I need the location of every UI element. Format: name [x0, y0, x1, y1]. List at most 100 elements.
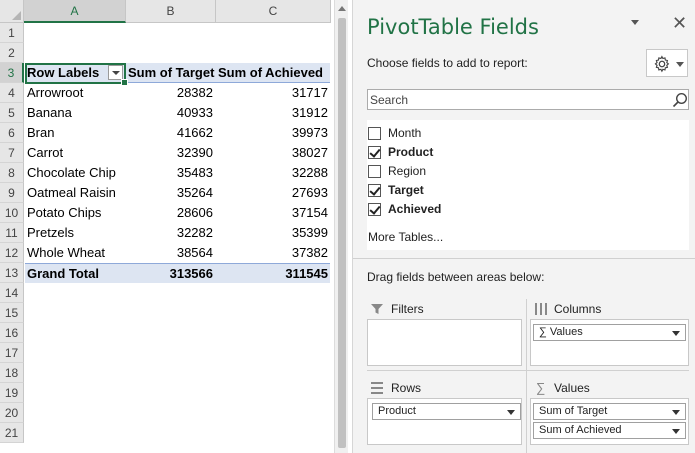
- search-icon[interactable]: [672, 92, 688, 108]
- region-checkbox[interactable]: [368, 165, 381, 178]
- achieved-cell[interactable]: 38027: [216, 143, 330, 163]
- row-header[interactable]: 15: [0, 303, 24, 323]
- columns-values-pill[interactable]: ∑ Values: [533, 324, 686, 341]
- row-header[interactable]: 17: [0, 343, 24, 363]
- column-header-a[interactable]: A: [24, 0, 126, 23]
- target-cell[interactable]: 32390: [126, 143, 215, 163]
- sigma-icon: ∑: [536, 380, 546, 395]
- achieved-cell[interactable]: 35399: [216, 223, 330, 243]
- target-checkbox[interactable]: [368, 184, 381, 197]
- scroll-up-arrow-icon[interactable]: [338, 6, 346, 11]
- achieved-checkbox[interactable]: [368, 203, 381, 216]
- row-header[interactable]: 14: [0, 283, 24, 303]
- target-cell[interactable]: 40933: [126, 103, 215, 123]
- target-cell[interactable]: 28382: [126, 83, 215, 103]
- select-all-corner[interactable]: [0, 0, 24, 23]
- row-label-cell[interactable]: Arrowroot: [27, 83, 125, 103]
- rows-drop-zone[interactable]: Product: [367, 398, 522, 445]
- row-header[interactable]: 13: [0, 263, 24, 283]
- pane-options-dropdown-icon[interactable]: [631, 18, 641, 28]
- field-search-box[interactable]: [367, 89, 689, 110]
- row-header[interactable]: 19: [0, 383, 24, 403]
- row-label-cell[interactable]: Chocolate Chip: [27, 163, 125, 183]
- column-header-c[interactable]: C: [216, 0, 331, 23]
- search-input[interactable]: [368, 90, 666, 109]
- tools-button[interactable]: [646, 49, 688, 77]
- achieved-cell[interactable]: 31912: [216, 103, 330, 123]
- row-header[interactable]: 12: [0, 243, 24, 263]
- field-item-target[interactable]: Target: [367, 181, 617, 199]
- achieved-cell[interactable]: 31717: [216, 83, 330, 103]
- values-sum-of-achieved-pill[interactable]: Sum of Achieved: [533, 422, 686, 439]
- pane-divider: [353, 258, 695, 259]
- dropdown-arrow-icon[interactable]: [507, 410, 515, 415]
- vertical-scrollbar[interactable]: [334, 0, 348, 453]
- rows-product-pill[interactable]: Product: [372, 403, 521, 420]
- field-item-region[interactable]: Region: [367, 162, 617, 180]
- row-header[interactable]: 10: [0, 203, 24, 223]
- row-header[interactable]: 4: [0, 83, 24, 103]
- achieved-cell[interactable]: 39973: [216, 123, 330, 143]
- row-label-cell[interactable]: Oatmeal Raisin: [27, 183, 125, 203]
- target-cell[interactable]: 32282: [126, 223, 215, 243]
- row-label-cell[interactable]: Pretzels: [27, 223, 125, 243]
- target-cell[interactable]: 35264: [126, 183, 215, 203]
- scrollbar-thumb[interactable]: [338, 18, 346, 448]
- row-header[interactable]: 5: [0, 103, 24, 123]
- filter-icon: [371, 304, 383, 314]
- achieved-cell[interactable]: 37154: [216, 203, 330, 223]
- table-row: Banana 40933 31912: [25, 103, 330, 123]
- row-header[interactable]: 3: [0, 63, 24, 83]
- pivot-table: Row Labels Sum of Target Sum of Achieved…: [25, 23, 330, 453]
- row-label-cell[interactable]: Banana: [27, 103, 125, 123]
- field-item-achieved[interactable]: Achieved: [367, 200, 617, 218]
- row-header[interactable]: 18: [0, 363, 24, 383]
- target-cell[interactable]: 41662: [126, 123, 215, 143]
- close-icon[interactable]: ✕: [672, 14, 687, 32]
- sum-of-target-header[interactable]: Sum of Target: [126, 63, 215, 83]
- row-header[interactable]: 1: [0, 23, 24, 43]
- table-row: Chocolate Chip 35483 32288: [25, 163, 330, 183]
- row-header[interactable]: 8: [0, 163, 24, 183]
- gear-icon: [654, 55, 670, 73]
- month-checkbox[interactable]: [368, 127, 381, 140]
- target-cell[interactable]: 38564: [126, 243, 215, 263]
- row-label-cell[interactable]: Potato Chips: [27, 203, 125, 223]
- product-checkbox[interactable]: [368, 146, 381, 159]
- field-item-month[interactable]: Month: [367, 124, 617, 142]
- target-cell[interactable]: 35483: [126, 163, 215, 183]
- achieved-cell[interactable]: 37382: [216, 243, 330, 263]
- dropdown-arrow-icon[interactable]: [672, 331, 680, 336]
- row-label-cell[interactable]: Whole Wheat: [27, 243, 125, 263]
- row-header[interactable]: 6: [0, 123, 24, 143]
- row-header[interactable]: 20: [0, 403, 24, 423]
- values-sum-of-target-pill[interactable]: Sum of Target: [533, 403, 686, 420]
- achieved-cell[interactable]: 27693: [216, 183, 330, 203]
- column-header-b[interactable]: B: [126, 0, 216, 23]
- filters-drop-zone[interactable]: [367, 319, 522, 366]
- active-cell-outline: [25, 63, 128, 86]
- achieved-cell[interactable]: 32288: [216, 163, 330, 183]
- more-tables-link[interactable]: More Tables...: [368, 230, 443, 244]
- row-header[interactable]: 16: [0, 323, 24, 343]
- row-header[interactable]: 2: [0, 43, 24, 63]
- dropdown-arrow-icon[interactable]: [672, 429, 680, 434]
- columns-drop-zone[interactable]: ∑ Values: [530, 319, 689, 366]
- spreadsheet-grid: A B C 1 2 3 4 5 6 7 8 9 10 11 12 13 14 1…: [0, 0, 348, 453]
- target-cell[interactable]: 28606: [126, 203, 215, 223]
- dropdown-arrow-icon[interactable]: [672, 410, 680, 415]
- grand-total-label[interactable]: Grand Total: [27, 264, 125, 284]
- table-row: Carrot 32390 38027: [25, 143, 330, 163]
- row-header[interactable]: 21: [0, 423, 24, 443]
- row-header[interactable]: 9: [0, 183, 24, 203]
- grand-total-achieved[interactable]: 311545: [216, 264, 330, 284]
- row-label-cell[interactable]: Carrot: [27, 143, 125, 163]
- field-label: Target: [388, 183, 424, 197]
- sum-of-achieved-header[interactable]: Sum of Achieved: [216, 63, 330, 83]
- field-item-product[interactable]: Product: [367, 143, 617, 161]
- row-header[interactable]: 7: [0, 143, 24, 163]
- row-label-cell[interactable]: Bran: [27, 123, 125, 143]
- row-header[interactable]: 11: [0, 223, 24, 243]
- grand-total-target[interactable]: 313566: [126, 264, 215, 284]
- values-drop-zone[interactable]: Sum of Target Sum of Achieved: [530, 398, 689, 445]
